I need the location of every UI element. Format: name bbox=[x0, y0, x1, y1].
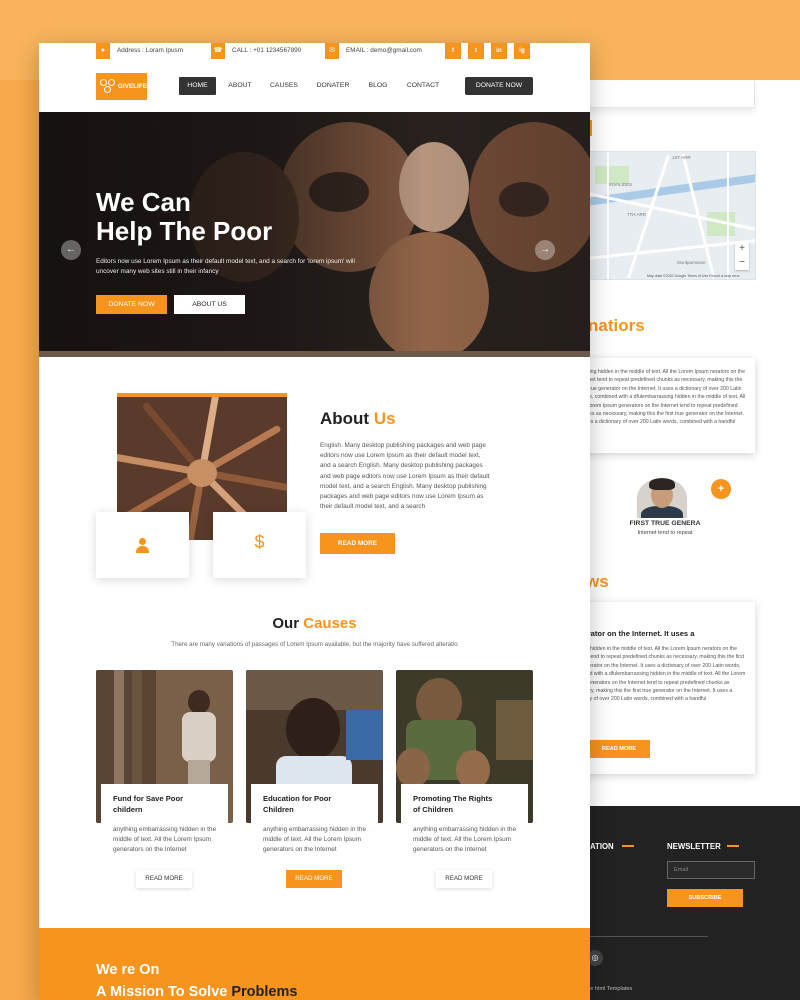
about-read-more-button[interactable]: READ MORE bbox=[320, 533, 395, 554]
donation-card: rrassing hidden in the middle of text. A… bbox=[570, 358, 755, 453]
facebook-icon[interactable]: f bbox=[445, 43, 461, 59]
about-volunteer-box[interactable] bbox=[96, 512, 189, 578]
topbar-phone: CALL : +01 1234567890 bbox=[232, 47, 302, 54]
hero-slider: We Can Help The Poor Editors now use Lore… bbox=[39, 112, 590, 357]
linkedin-icon[interactable]: in bbox=[491, 43, 507, 59]
about-heading: About Us bbox=[320, 409, 396, 428]
map-label: Montparnasse bbox=[677, 260, 706, 265]
twitter-icon[interactable]: t bbox=[468, 43, 484, 59]
cause-read-more-button[interactable]: READ MORE bbox=[436, 870, 492, 888]
hero-about-button[interactable]: ABOUT US bbox=[174, 295, 245, 314]
footer-credits: ee html Templates bbox=[587, 986, 633, 992]
dollar-icon: $ bbox=[254, 532, 265, 552]
map-label: 1ST ARR bbox=[672, 155, 691, 160]
causes-subtitle: There are many variations of passages of… bbox=[171, 641, 458, 648]
hero-donate-button[interactable]: DONATE NOW bbox=[96, 295, 167, 314]
news-card-title: generator on the Internet. It uses a bbox=[570, 629, 695, 638]
footer-newsletter-heading: NEWSLETTER bbox=[667, 842, 721, 851]
donor-name: FIRST TRUE GENERA bbox=[629, 520, 701, 527]
nav-about[interactable]: ABOUT bbox=[222, 77, 258, 95]
donate-now-button[interactable]: DONATE NOW bbox=[465, 77, 533, 95]
newsletter-email-input[interactable]: Email bbox=[667, 861, 755, 879]
map-label: 7TH ARR bbox=[627, 212, 647, 217]
cause-title: Education for Poor Children bbox=[251, 784, 378, 824]
nav-contact[interactable]: CONTACT bbox=[401, 77, 445, 95]
instagram-icon[interactable]: ig bbox=[514, 43, 530, 59]
front-page-preview: ● Address : Loram Ipusm ☎ CALL : +01 123… bbox=[39, 43, 590, 1000]
user-icon bbox=[135, 538, 150, 553]
about-text: English. Many desktop publishing package… bbox=[320, 442, 490, 511]
map-zoom-control[interactable]: + − bbox=[735, 242, 749, 270]
contact-topbar: ● Address : Loram Ipusm ☎ CALL : +01 123… bbox=[39, 43, 590, 61]
map-label: INVALIDES bbox=[609, 182, 633, 187]
map-attribution: Map data ©2020 Google Terms of Use Repor… bbox=[647, 274, 740, 278]
cause-read-more-button[interactable]: READ MORE bbox=[286, 870, 342, 888]
nav-blog[interactable]: BLOG bbox=[363, 77, 393, 95]
logo-mark-icon bbox=[100, 78, 116, 95]
cause-description: anything embarrassing hidden in the midd… bbox=[263, 826, 367, 853]
phone-icon: ☎ bbox=[211, 43, 225, 59]
nav-donater[interactable]: DONATER bbox=[311, 77, 355, 95]
zoom-in-button[interactable]: + bbox=[735, 242, 749, 256]
brand-name: GIVELIFE bbox=[117, 83, 147, 90]
mission-line-2: A Mission To Solve Problems bbox=[96, 984, 298, 1000]
subscribe-button[interactable]: SUBSCRIBE bbox=[667, 889, 743, 907]
news-read-more-button[interactable]: READ MORE bbox=[588, 740, 650, 758]
cause-read-more-button[interactable]: READ MORE bbox=[136, 870, 192, 888]
nav-home[interactable]: HOME bbox=[179, 77, 216, 95]
avatar bbox=[637, 478, 687, 518]
donation-card-text: rrassing hidden in the middle of text. A… bbox=[578, 369, 746, 426]
site-footer: ATION NEWSLETTER Email SUBSCRIBE ◎ ee ht… bbox=[560, 806, 800, 1000]
location-map[interactable]: 1ST ARR INVALIDES 7TH ARR Montparnasse +… bbox=[586, 151, 756, 280]
back-page-preview: 1ST ARR INVALIDES 7TH ARR Montparnasse +… bbox=[560, 80, 800, 1000]
heading-underline bbox=[727, 845, 739, 847]
cause-description: anything embarrassing hidden in the midd… bbox=[413, 826, 517, 853]
mission-banner: We re On A Mission To Solve Problems bbox=[39, 928, 590, 1000]
about-donation-box[interactable]: $ bbox=[213, 512, 306, 578]
heading-underline bbox=[622, 845, 634, 847]
cause-title: Promoting The Rights of Children bbox=[401, 784, 528, 824]
donor-role: Internet tend to repeat bbox=[637, 530, 693, 536]
zoom-out-button[interactable]: − bbox=[735, 256, 749, 270]
donations-heading: natiors bbox=[588, 316, 645, 335]
topbar-address: Address : Loram Ipusm bbox=[117, 47, 184, 54]
footer-divider bbox=[590, 936, 708, 937]
cause-title: Fund for Save Poor childern bbox=[101, 784, 228, 824]
mail-icon: ✉ bbox=[325, 43, 339, 59]
prev-slide-icon[interactable]: ← bbox=[61, 240, 81, 260]
cause-description: anything embarrassing hidden in the midd… bbox=[113, 826, 217, 853]
causes-heading: Our Causes bbox=[272, 615, 357, 632]
hero-title: We Can Help The Poor bbox=[96, 187, 273, 246]
footer-info-heading: ATION bbox=[590, 842, 614, 851]
next-slide-icon[interactable]: → bbox=[535, 240, 555, 260]
news-card-text: rrassing hidden in the middle of text. A… bbox=[570, 646, 746, 703]
hero-bottom-strip bbox=[39, 351, 590, 357]
location-icon: ● bbox=[96, 43, 110, 59]
news-card: generator on the Internet. It uses a rra… bbox=[570, 602, 755, 774]
add-button[interactable]: + bbox=[711, 479, 731, 499]
mission-line-1: We re On bbox=[96, 962, 160, 978]
topbar-email: EMAIL : demo@gmail.com bbox=[346, 47, 422, 54]
nav-causes[interactable]: CAUSES bbox=[265, 77, 303, 95]
hero-subtitle: Editors now use Lorem Ipsum as their def… bbox=[96, 258, 355, 275]
brand-logo[interactable]: GIVELIFE bbox=[96, 73, 147, 100]
